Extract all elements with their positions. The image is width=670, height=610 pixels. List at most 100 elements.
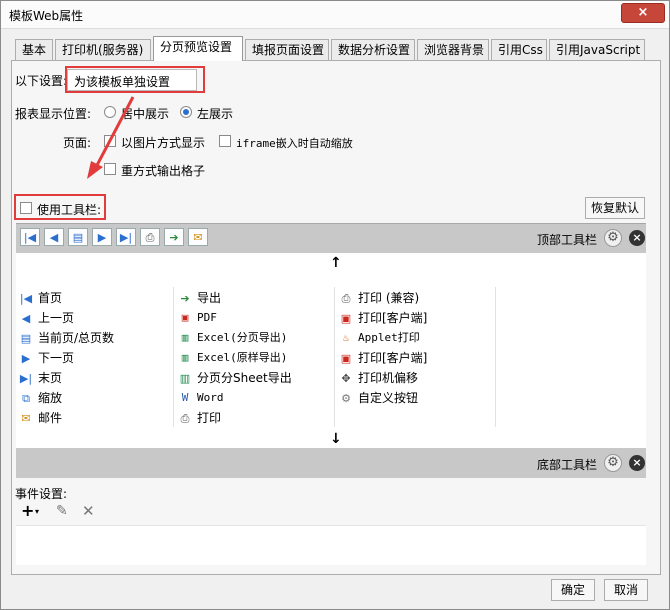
last-page-icon[interactable]: ▶| [116, 228, 136, 246]
chevron-down-icon[interactable]: ▾ [35, 507, 39, 516]
item-print-client-2[interactable]: ▣ 打印[客户端] [338, 348, 428, 368]
excel-icon: ▥ [181, 331, 189, 344]
title-bar: 模板Web属性 × [1, 1, 669, 29]
print-icon: ⎙ [341, 292, 351, 305]
top-gear-icon[interactable]: ⚙ [604, 229, 622, 247]
item-last-page[interactable]: ▶| 末页 [18, 368, 62, 388]
item-label: 打印 [197, 411, 222, 425]
gear-icon: ⚙ [341, 392, 351, 405]
item-label: 打印[客户端] [358, 311, 428, 325]
page-count-icon[interactable]: ▤ [68, 228, 88, 246]
item-label: 上一页 [38, 311, 75, 325]
dialog-window: 模板Web属性 × 基本 打印机(服务器) 分页预览设置 填报页面设置 数据分析… [0, 0, 670, 610]
item-label: 自定义按钮 [358, 391, 419, 405]
tab-ref-css[interactable]: 引用Css [491, 39, 547, 61]
item-label: 导出 [197, 291, 222, 305]
iframe-zoom-checkbox[interactable] [219, 135, 231, 147]
delete-icon[interactable]: ✕ [82, 502, 95, 520]
item-label: Excel(原样导出) [197, 351, 288, 364]
iframe-zoom-label: iframe嵌入时自动缩放 [236, 137, 353, 150]
tab-browser-background[interactable]: 浏览器背景 [417, 39, 489, 61]
cancel-button[interactable]: 取消 [604, 579, 648, 601]
radio-left-label: 左展示 [197, 107, 234, 121]
prev-page-icon[interactable]: ◀ [44, 228, 64, 246]
item-print-compat[interactable]: ⎙ 打印 (兼容) [338, 288, 420, 308]
last-page-icon: ▶| [19, 372, 33, 385]
move-down-icon[interactable]: ↓ [330, 431, 342, 447]
item-label: 打印 (兼容) [358, 291, 420, 305]
item-next-page[interactable]: ▶ 下一页 [18, 348, 74, 368]
item-page-count[interactable]: ▤ 当前页/总页数 [18, 328, 114, 348]
position-label: 报表显示位置: [15, 107, 92, 121]
prev-page-icon: ◀ [21, 312, 31, 325]
events-label: 事件设置: [15, 487, 68, 501]
page-count-icon: ▤ [20, 332, 32, 345]
column-divider [495, 287, 496, 427]
excel-icon: ▥ [179, 372, 191, 385]
item-label: 分页分Sheet导出 [197, 371, 292, 385]
item-label: Excel(分页导出) [197, 331, 288, 344]
item-zoom[interactable]: ⧉ 缩放 [18, 388, 62, 408]
toolbar-items-area [16, 253, 646, 448]
item-custom-button[interactable]: ⚙ 自定义按钮 [338, 388, 418, 408]
java-icon: ♨ [342, 331, 350, 344]
item-excel-original[interactable]: ▥ Excel(原样导出) [177, 348, 288, 368]
export-icon: ➔ [180, 292, 190, 305]
item-prev-page[interactable]: ◀ 上一页 [18, 308, 74, 328]
tab-paging-preview[interactable]: 分页预览设置 [153, 36, 243, 61]
tab-printer-server[interactable]: 打印机(服务器) [55, 39, 151, 61]
event-list[interactable] [16, 525, 646, 565]
item-mail[interactable]: ✉ 邮件 [18, 408, 62, 428]
close-button[interactable]: × [621, 3, 665, 23]
export-icon[interactable]: ➔ [164, 228, 184, 246]
print-icon[interactable]: ⎙ [140, 228, 160, 246]
item-word[interactable]: W Word [177, 388, 224, 408]
item-label: 当前页/总页数 [38, 331, 115, 345]
mail-icon: ✉ [21, 412, 31, 425]
ok-button[interactable]: 确定 [551, 579, 595, 601]
column-divider [334, 287, 335, 427]
item-export[interactable]: ➔ 导出 [177, 288, 221, 308]
item-sheet-export[interactable]: ▥ 分页分Sheet导出 [177, 368, 292, 388]
item-label: Applet打印 [358, 331, 420, 344]
first-page-icon: |◀ [19, 292, 33, 305]
edit-icon[interactable]: ✎ [56, 503, 68, 519]
next-page-icon[interactable]: ▶ [92, 228, 112, 246]
radio-left[interactable] [180, 106, 192, 118]
add-icon[interactable]: + [21, 501, 34, 520]
tab-fill-page[interactable]: 填报页面设置 [245, 39, 329, 61]
pdf-print-icon: ▣ [340, 312, 352, 325]
tab-data-analysis[interactable]: 数据分析设置 [331, 39, 415, 61]
highlight-box-toolbar [14, 194, 106, 220]
item-first-page[interactable]: |◀ 首页 [18, 288, 62, 308]
bottom-close-icon[interactable]: × [629, 455, 645, 471]
column-divider [173, 287, 174, 427]
move-icon: ✥ [341, 372, 351, 385]
item-label: Word [197, 391, 224, 404]
top-close-icon[interactable]: × [629, 230, 645, 246]
pdf-icon: ▣ [181, 311, 189, 324]
move-up-icon[interactable]: ↑ [330, 255, 342, 271]
item-printer-offset[interactable]: ✥ 打印机偏移 [338, 368, 418, 388]
bottom-gear-icon[interactable]: ⚙ [604, 454, 622, 472]
scope-label: 以下设置: [15, 74, 68, 88]
restore-default-button[interactable]: 恢复默认 [585, 197, 645, 219]
item-label: 下一页 [38, 351, 75, 365]
tab-ref-javascript[interactable]: 引用JavaScript [549, 39, 645, 61]
item-excel-paged[interactable]: ▥ Excel(分页导出) [177, 328, 288, 348]
item-label: 打印[客户端] [358, 351, 428, 365]
tab-basic[interactable]: 基本 [15, 39, 53, 61]
item-print[interactable]: ⎙ 打印 [177, 408, 221, 428]
item-pdf[interactable]: ▣ PDF [177, 308, 217, 328]
item-print-client[interactable]: ▣ 打印[客户端] [338, 308, 428, 328]
excel-icon: ▥ [181, 351, 189, 364]
item-label: 打印机偏移 [358, 371, 419, 385]
item-applet-print[interactable]: ♨ Applet打印 [338, 328, 420, 348]
mail-icon[interactable]: ✉ [188, 228, 208, 246]
item-label: 邮件 [38, 411, 63, 425]
top-toolbar-label: 顶部工具栏 [537, 233, 598, 247]
highlight-box [65, 66, 205, 93]
next-page-icon: ▶ [21, 352, 31, 365]
word-icon: W [181, 391, 189, 404]
first-page-icon[interactable]: |◀ [20, 228, 40, 246]
